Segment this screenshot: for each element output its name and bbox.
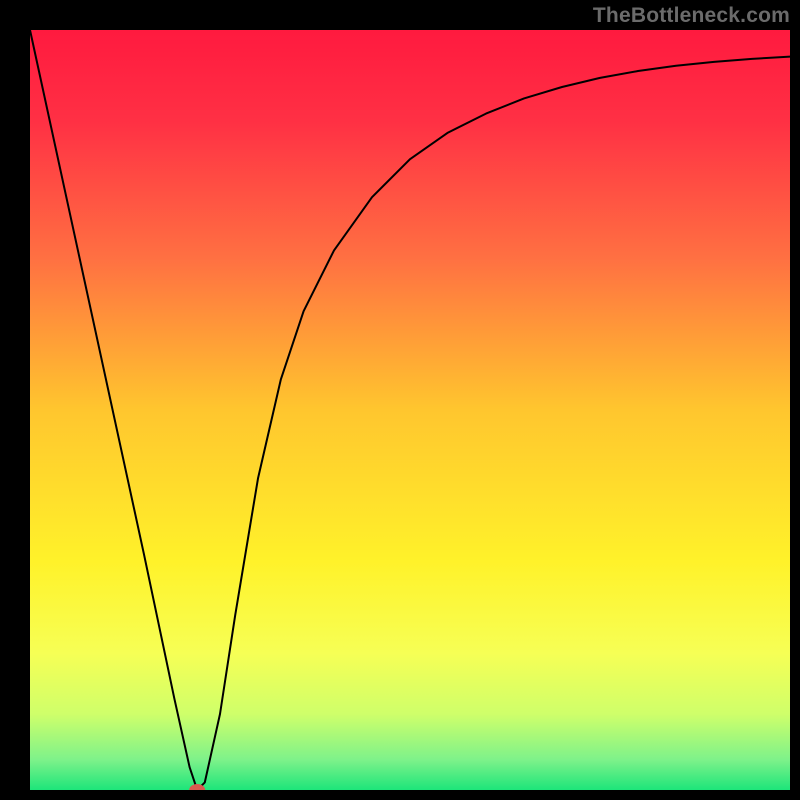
plot-background <box>30 30 790 790</box>
attribution-text: TheBottleneck.com <box>593 4 790 28</box>
chart-container: TheBottleneck.com <box>0 0 800 800</box>
chart-svg <box>0 0 800 800</box>
